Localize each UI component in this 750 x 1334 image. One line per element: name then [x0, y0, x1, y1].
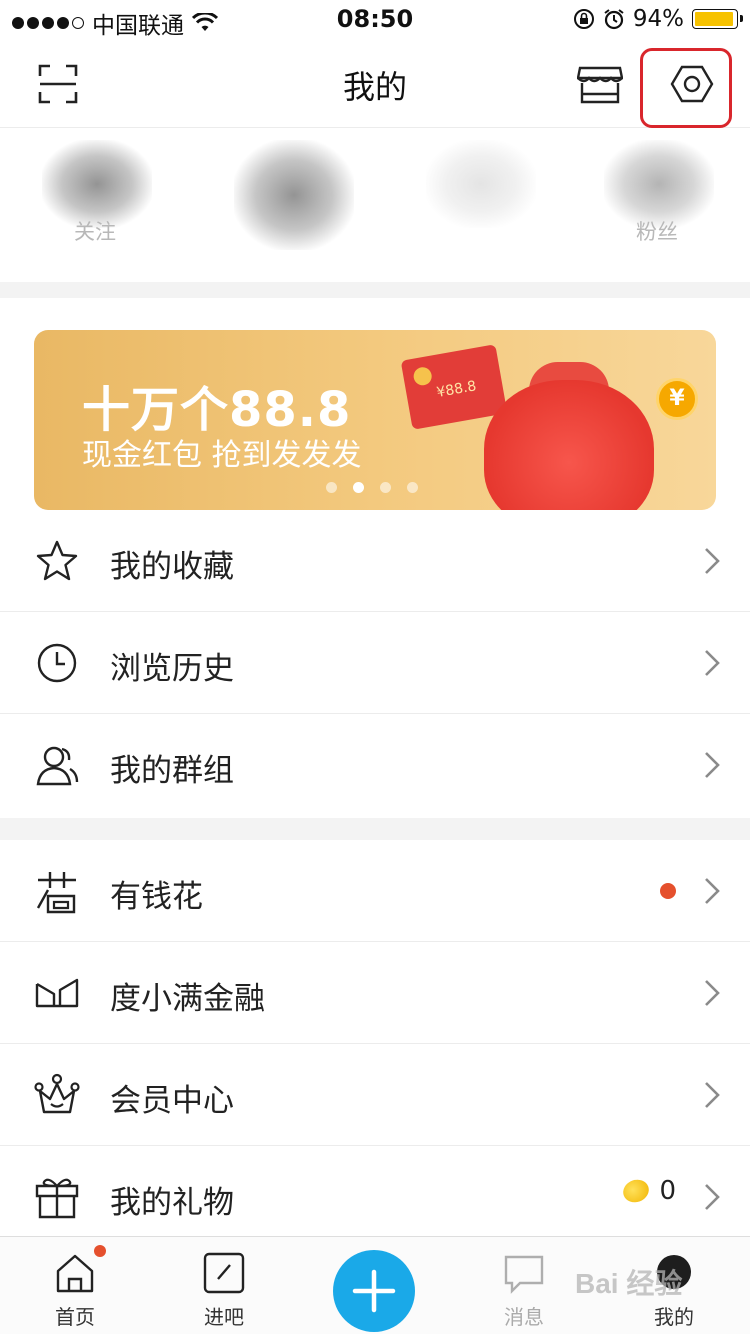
stat-label: 关注 — [74, 220, 116, 244]
menu-item-label: 有钱花 — [110, 879, 203, 915]
shop-button[interactable] — [572, 58, 628, 110]
finance-icon — [35, 978, 79, 1008]
gift-count: 0 — [659, 1176, 676, 1206]
envelope-seal — [412, 365, 434, 387]
tab-label: 进吧 — [204, 1305, 244, 1329]
red-envelope-illustration: ¥88.8 — [400, 344, 508, 430]
chevron-right-icon — [705, 752, 720, 778]
stat-value-blur — [604, 140, 714, 228]
youqianhua-icon — [36, 872, 76, 914]
gift-count-group: 0 — [620, 1176, 676, 1206]
tab-enter-bar[interactable]: 进吧 — [169, 1237, 279, 1334]
section-divider — [0, 818, 750, 840]
chevron-right-icon — [705, 1184, 720, 1210]
promo-banner[interactable]: 十万个88.8 现金红包 抢到发发发 ¥88.8 ¥ — [34, 330, 716, 510]
chevron-right-icon — [705, 980, 720, 1006]
carousel-dot-active[interactable] — [353, 482, 364, 493]
home-icon — [56, 1254, 94, 1293]
envelope-amount: ¥88.8 — [435, 378, 478, 401]
menu-item-label: 浏览历史 — [110, 651, 234, 687]
chevron-right-icon — [705, 878, 720, 904]
menu-item-duxiaoman[interactable]: 度小满金融 — [0, 942, 750, 1044]
menu-item-label: 会员中心 — [110, 1083, 234, 1119]
menu-item-label: 我的收藏 — [110, 549, 234, 585]
carousel-indicator — [326, 482, 418, 493]
tab-label: 消息 — [504, 1305, 544, 1329]
stat-label: 粉丝 — [636, 220, 678, 244]
watermark: Bai 经验 — [575, 1268, 683, 1299]
menu-item-membership[interactable]: 会员中心 — [0, 1044, 750, 1146]
alarm-icon — [604, 9, 624, 30]
message-icon — [504, 1255, 544, 1294]
menu-item-favorites[interactable]: 我的收藏 — [0, 510, 750, 612]
tab-label: 我的 — [654, 1305, 694, 1329]
menu-item-gifts[interactable]: 我的礼物 0 — [0, 1146, 750, 1248]
battery-fill — [695, 12, 733, 26]
settings-highlight-box — [640, 48, 732, 128]
banner-subtitle: 现金红包 抢到发发发 — [82, 438, 362, 473]
stat-second[interactable] — [212, 128, 372, 278]
group-icon — [36, 746, 79, 786]
plus-icon — [352, 1269, 396, 1313]
chevron-right-icon — [705, 1082, 720, 1108]
stat-value-blur — [42, 140, 152, 228]
menu-item-label: 我的礼物 — [110, 1185, 234, 1221]
carousel-dot[interactable] — [326, 482, 337, 493]
carousel-dot[interactable] — [407, 482, 418, 493]
tab-label: 首页 — [55, 1305, 95, 1329]
stat-fans[interactable]: 粉丝 — [582, 128, 742, 278]
crown-icon — [34, 1073, 80, 1114]
battery-percent: 94% — [632, 6, 684, 32]
post-button[interactable] — [333, 1250, 415, 1332]
gift-icon — [35, 1178, 79, 1219]
gold-bean-icon — [620, 1176, 653, 1206]
menu-item-label: 我的群组 — [110, 753, 234, 789]
tab-home[interactable]: 首页 — [20, 1237, 130, 1334]
stat-follow[interactable]: 关注 — [20, 128, 180, 278]
menu-item-label: 度小满金融 — [110, 981, 265, 1017]
stat-value-blur — [234, 140, 354, 250]
page-title: 我的 — [342, 68, 407, 106]
money-bag-illustration — [484, 380, 654, 510]
section-divider — [0, 282, 750, 298]
clock-icon — [37, 643, 77, 683]
enter-bar-icon — [203, 1252, 245, 1294]
menu-item-groups[interactable]: 我的群组 — [0, 714, 750, 816]
tab-messages[interactable]: 消息 — [469, 1237, 579, 1334]
stats-row: 关注 粉丝 — [0, 128, 750, 282]
tab-badge — [94, 1245, 106, 1257]
status-bar: 中国联通 08:50 94% — [0, 0, 750, 40]
chevron-right-icon — [705, 548, 720, 574]
stat-value-blur — [426, 140, 536, 228]
chevron-right-icon — [705, 650, 720, 676]
rotation-lock-icon — [573, 9, 594, 29]
coin-icon: ¥ — [656, 378, 698, 420]
menu-item-history[interactable]: 浏览历史 — [0, 612, 750, 714]
battery-icon — [692, 9, 743, 29]
notification-dot — [660, 883, 676, 899]
star-icon — [36, 540, 78, 581]
nav-bar: 我的 — [0, 40, 750, 128]
menu-item-youqianhua[interactable]: 有钱花 — [0, 840, 750, 942]
carousel-dot[interactable] — [380, 482, 391, 493]
stat-third[interactable] — [404, 128, 564, 278]
status-right: 94% — [573, 6, 743, 32]
shop-icon — [577, 66, 623, 104]
